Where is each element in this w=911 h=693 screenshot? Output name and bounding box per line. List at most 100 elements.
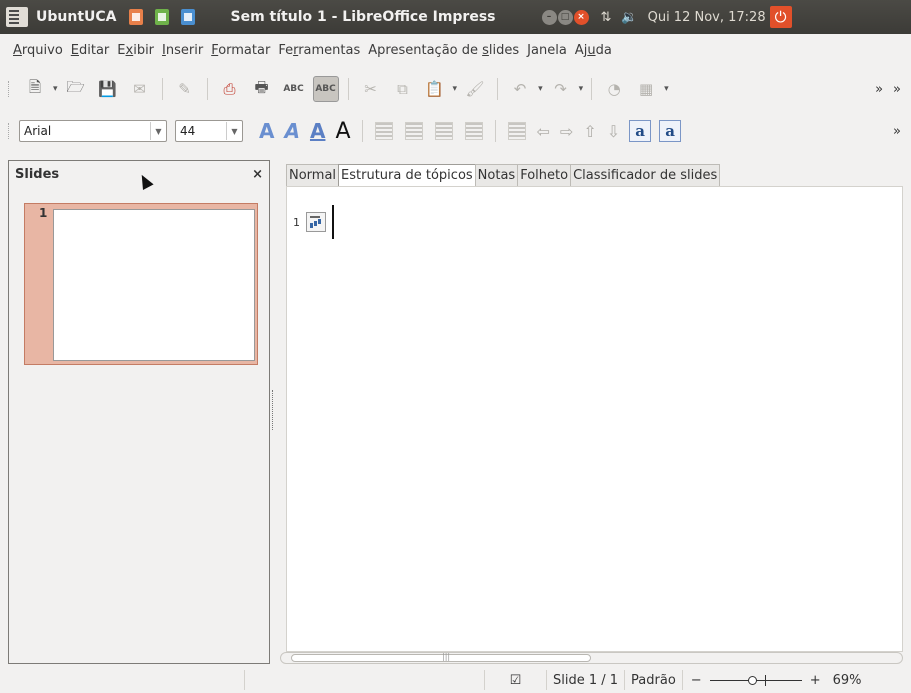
menu-label-part: rquivo — [21, 42, 63, 58]
font-name-dropdown-icon[interactable]: ▼ — [150, 122, 166, 140]
undo-icon[interactable]: ↶ — [507, 76, 533, 102]
print-icon[interactable]: 🖶 — [249, 76, 275, 102]
separator — [497, 78, 499, 100]
new-dropdown-icon[interactable]: ▾ — [53, 84, 58, 94]
zoom-in-icon[interactable]: + — [810, 673, 821, 688]
menu-item[interactable]: Exibir — [114, 40, 159, 61]
text-caret — [332, 205, 334, 239]
zoom-out-icon[interactable]: − — [691, 673, 702, 688]
pane-splitter[interactable] — [272, 390, 274, 430]
move-up-icon[interactable]: ⇧ — [583, 122, 596, 141]
distro-name[interactable]: UbuntUCA — [36, 9, 117, 25]
menu-item[interactable]: Ajuda — [572, 40, 617, 61]
slide-icon — [306, 212, 326, 232]
paste-icon[interactable]: 📋 — [422, 76, 448, 102]
undo-dropdown-icon[interactable]: ▾ — [538, 84, 543, 94]
align-right-icon[interactable] — [434, 122, 453, 140]
bold-icon[interactable]: A — [335, 119, 350, 144]
tab-notas[interactable]: Notas — [474, 164, 519, 186]
menu-item[interactable]: Ferramentas — [275, 40, 365, 61]
standard-toolbar: 🗎 ▾ 🗁 💾 ✉ ✎ ⎙ 🖶 ABC ABC ✂ ⧉ 📋 ▾ 🖌 ↶ ▾ ↷ … — [0, 70, 911, 108]
tab-estrutura-de-t-picos[interactable]: Estrutura de tópicos — [338, 164, 476, 186]
copy-icon[interactable]: ⧉ — [390, 76, 416, 102]
calc-launcher-icon[interactable] — [154, 9, 169, 25]
underline-icon[interactable]: A — [310, 119, 325, 143]
menu-mnemonic: E — [70, 42, 79, 58]
zoom-slider-tick — [764, 674, 766, 686]
outline-row[interactable]: 1 — [293, 205, 334, 239]
tab-classificador-de-slides[interactable]: Classificador de slides — [570, 164, 721, 186]
zoom-slider-knob[interactable] — [747, 675, 757, 685]
demote-icon[interactable]: ⇨ — [560, 122, 573, 141]
outline-editor[interactable]: 1 — [286, 186, 903, 652]
menu-label-part: anela — [531, 42, 567, 58]
increase-font-icon[interactable]: a — [629, 120, 652, 142]
cut-icon[interactable]: ✂ — [358, 76, 384, 102]
align-left-icon[interactable] — [374, 122, 393, 140]
toolbar-grip[interactable] — [8, 123, 11, 139]
menu-item[interactable]: Inserir — [159, 40, 208, 61]
toolbar-overflow-icon[interactable]: » — [893, 82, 901, 97]
menu-item[interactable]: Formatar — [208, 40, 275, 61]
promote-icon[interactable]: ⇦ — [537, 122, 550, 141]
table-icon[interactable]: ▦ — [633, 76, 659, 102]
auto-spellcheck-icon[interactable]: ABC — [312, 76, 339, 102]
window-controls: – □ × — [541, 9, 589, 25]
new-document-icon[interactable]: 🗎 — [22, 76, 48, 102]
network-icon[interactable]: ⇅ — [601, 10, 612, 25]
bullets-icon[interactable] — [507, 122, 526, 140]
document-modified-icon[interactable]: ☑ — [485, 670, 547, 690]
outline-slide-number: 1 — [293, 215, 300, 229]
spellcheck-icon[interactable]: ABC — [281, 76, 307, 102]
font-name-combobox[interactable]: Arial ▼ — [19, 120, 167, 142]
menu-item[interactable]: Editar — [68, 40, 115, 61]
tab-normal[interactable]: Normal — [286, 164, 340, 186]
power-icon[interactable]: ⏻ — [769, 6, 792, 28]
menu-item[interactable]: Apresentação de slides — [365, 40, 524, 61]
align-center-icon[interactable] — [404, 122, 423, 140]
launcher-menu-icon[interactable] — [6, 7, 28, 27]
menu-label-part: da — [595, 42, 612, 58]
decrease-font-icon[interactable]: a — [659, 120, 682, 142]
clock[interactable]: Qui 12 Nov, 17:28 — [648, 10, 766, 25]
horizontal-scrollbar[interactable]: ||| — [280, 652, 903, 664]
close-window-icon[interactable]: × — [573, 9, 589, 25]
zoom-value[interactable]: 69% — [833, 673, 862, 688]
toolbar-grip[interactable] — [8, 81, 11, 97]
paste-dropdown-icon[interactable]: ▾ — [453, 84, 458, 94]
font-size-dropdown-icon[interactable]: ▼ — [226, 122, 242, 140]
toolbar-overflow-icon[interactable]: » — [875, 82, 883, 97]
impress-launcher-icon[interactable] — [128, 9, 143, 25]
font-size-combobox[interactable]: 44 ▼ — [175, 120, 243, 142]
menu-label-part: Aj — [574, 42, 588, 58]
slide-thumbnail[interactable]: 1 — [24, 203, 258, 365]
table-dropdown-icon[interactable]: ▾ — [664, 84, 669, 94]
minimize-icon[interactable]: – — [541, 9, 557, 25]
menu-item[interactable]: Arquivo — [10, 40, 68, 61]
redo-dropdown-icon[interactable]: ▾ — [579, 84, 584, 94]
open-folder-icon[interactable]: 🗁 — [63, 76, 89, 102]
italic-icon[interactable]: A — [284, 119, 299, 143]
writer-launcher-icon[interactable] — [180, 9, 195, 25]
toolbar-overflow-icon[interactable]: » — [893, 124, 901, 139]
save-icon[interactable]: 💾 — [95, 76, 121, 102]
edit-file-icon[interactable]: ✎ — [172, 76, 198, 102]
volume-icon[interactable]: 🔉 — [621, 10, 637, 25]
vertical-scrollbar[interactable] — [903, 186, 911, 652]
clone-formatting-icon[interactable]: 🖌 — [462, 76, 488, 102]
chart-icon[interactable]: ◔ — [601, 76, 627, 102]
tab-folheto[interactable]: Folheto — [517, 164, 572, 186]
maximize-icon[interactable]: □ — [557, 9, 573, 25]
menu-label-part: lides — [488, 42, 520, 58]
export-pdf-icon[interactable]: ⎙ — [217, 76, 243, 102]
shadow-icon[interactable]: A — [259, 119, 274, 143]
move-down-icon[interactable]: ⇩ — [607, 122, 620, 141]
close-pane-icon[interactable]: × — [252, 167, 263, 182]
horizontal-scroll-thumb[interactable]: ||| — [291, 652, 591, 662]
zoom-slider[interactable] — [709, 674, 802, 686]
layout-name[interactable]: Padrão — [625, 670, 683, 690]
justify-icon[interactable] — [464, 122, 483, 140]
redo-icon[interactable]: ↷ — [548, 76, 574, 102]
email-icon[interactable]: ✉ — [127, 76, 153, 102]
menu-item[interactable]: Janela — [524, 40, 572, 61]
